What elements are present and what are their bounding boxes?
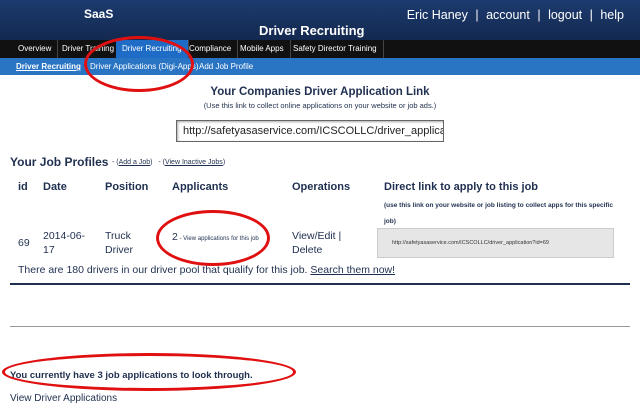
application-link-heading: Your Companies Driver Application Link [210,86,430,98]
row-applicants[interactable]: 2 - View applications for this job [172,230,264,246]
column-header-operations: Operations [292,181,351,193]
direct-link-field[interactable]: http://safetyasaservice.com/ICSCOLLC/dri… [377,228,614,258]
row-operations: View/Edit | Delete [292,229,341,257]
view-inactive-jobs-link[interactable]: View Inactive Jobs [165,159,223,166]
application-link-field[interactable]: http://safetyasaservice.com/ICSCOLLC/dri… [176,120,444,142]
job-profiles-links: - (Add a Job) - (View Inactive Jobs) [112,159,226,166]
main-nav: Overview Driver Training Driver Recruiti… [0,40,640,58]
subnav-driver-recruiting[interactable]: Driver Recruiting [16,58,81,75]
view-edit-link[interactable]: View/Edit | [292,229,341,243]
add-job-link[interactable]: Add a Job [119,159,151,166]
tab-compliance[interactable]: Compliance [183,40,239,58]
tab-mobile-apps[interactable]: Mobile Apps [234,40,291,58]
job-profiles-title: Your Job Profiles [10,155,109,169]
user-name: Eric Haney [406,8,468,22]
column-header-id: id [18,181,28,193]
top-header: SaaS Driver Recruiting Eric Haney | acco… [0,0,640,40]
subnav-driver-applications[interactable]: Driver Applications (Digi-Apps) [90,58,198,75]
view-driver-applications-link[interactable]: View Driver Applications [10,393,117,404]
account-link[interactable]: account [486,8,530,22]
column-header-position: Position [105,181,149,193]
direct-link-note: (use this link on your website or job li… [384,202,613,225]
search-drivers-link[interactable]: Search them now! [310,264,395,276]
applications-message: You currently have 3 job applications to… [10,370,253,381]
subnav-add-job-profile[interactable]: Add Job Profile [199,58,253,75]
driver-pool-text: There are 180 drivers in our driver pool… [18,264,396,276]
tab-driver-training[interactable]: Driver Training [56,40,122,58]
row-position: Truck Driver [105,230,133,256]
sub-nav: Driver Recruiting Driver Applications (D… [0,58,640,75]
tab-overview[interactable]: Overview [12,40,59,58]
logout-link[interactable]: logout [548,8,582,22]
tab-driver-recruiting[interactable]: Driver Recruiting [116,40,189,58]
brand-logo-text: SaaS [84,7,114,21]
delete-link[interactable]: Delete [292,243,341,257]
application-link-subheading: (Use this link to collect online applica… [203,101,437,110]
tab-safety-director-training[interactable]: Safety Director Training [287,40,384,58]
row-date: 2014-06- 17 [43,230,86,256]
divider [10,326,630,327]
column-header-applicants: Applicants [172,181,229,193]
help-link[interactable]: help [600,8,624,22]
user-links: Eric Haney | account | logout | help [406,8,624,22]
row-id: 69 [18,237,30,249]
column-header-direct-link: Direct link to apply to this job [384,181,539,193]
column-header-date: Date [43,181,67,193]
divider [10,283,630,285]
app-title: Driver Recruiting [259,23,365,38]
view-applications-link[interactable]: - View applications for this job [178,236,259,242]
